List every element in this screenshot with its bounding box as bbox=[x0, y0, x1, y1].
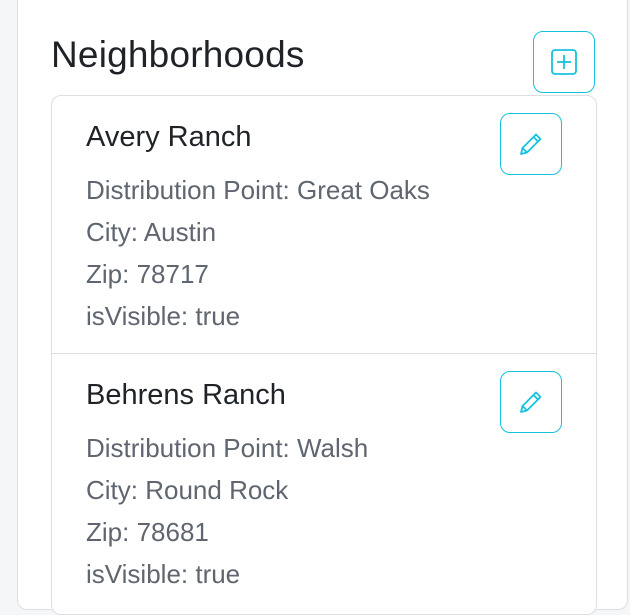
neighborhood-name: Behrens Ranch bbox=[86, 379, 286, 411]
city-text: City: Austin bbox=[86, 217, 217, 247]
add-neighborhood-button[interactable] bbox=[533, 31, 595, 93]
visibility-text: isVisible: true bbox=[86, 559, 241, 589]
list-item: Behrens Ranch Distribution Point: Walsh … bbox=[52, 354, 596, 614]
city-text: City: Round Rock bbox=[86, 475, 289, 505]
plus-square-icon bbox=[551, 49, 577, 75]
edit-neighborhood-button[interactable] bbox=[500, 113, 562, 175]
pencil-icon bbox=[520, 391, 542, 413]
zip-text: Zip: 78681 bbox=[86, 517, 209, 547]
edit-neighborhood-button[interactable] bbox=[500, 371, 562, 433]
neighborhood-list: Avery Ranch Distribution Point: Great Oa… bbox=[51, 95, 597, 615]
visibility-text: isVisible: true bbox=[86, 301, 241, 331]
distribution-point-text: Distribution Point: Walsh bbox=[86, 433, 369, 463]
pencil-icon bbox=[520, 133, 542, 155]
distribution-point-text: Distribution Point: Great Oaks bbox=[86, 175, 430, 205]
zip-text: Zip: 78717 bbox=[86, 259, 209, 289]
page-title: Neighborhoods bbox=[51, 34, 305, 75]
neighborhood-name: Avery Ranch bbox=[86, 121, 252, 153]
list-item: Avery Ranch Distribution Point: Great Oa… bbox=[52, 96, 596, 354]
